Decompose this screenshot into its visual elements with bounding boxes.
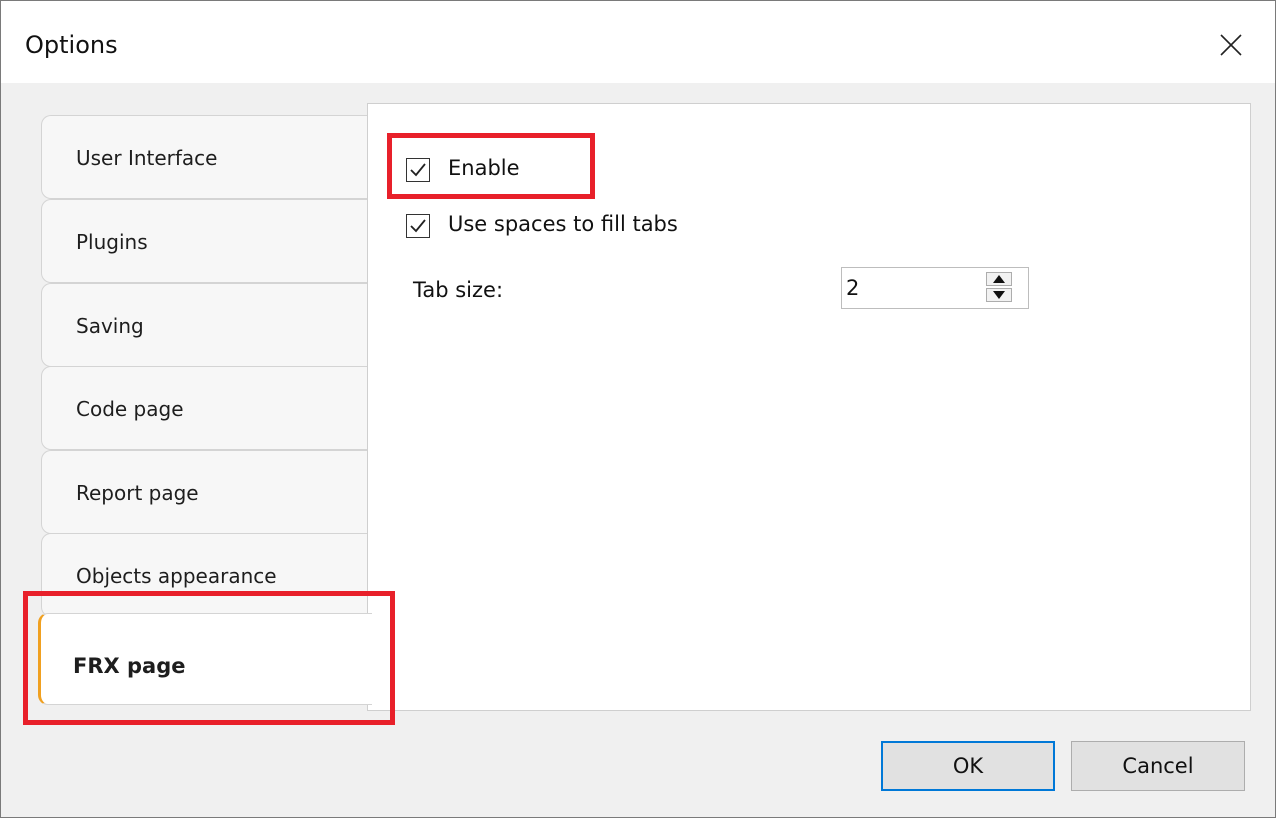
tab-report-page[interactable]: Report page xyxy=(41,450,367,534)
dialog-title: Options xyxy=(25,31,118,59)
title-bar: Options xyxy=(1,1,1275,83)
triangle-down-icon xyxy=(993,291,1005,299)
tab-frx-page[interactable]: FRX page xyxy=(38,613,372,705)
cancel-button[interactable]: Cancel xyxy=(1071,741,1245,791)
tab-saving[interactable]: Saving xyxy=(41,283,367,367)
tab-user-interface[interactable]: User Interface xyxy=(41,115,367,199)
tab-code-page[interactable]: Code page xyxy=(41,366,367,450)
tab-size-spinner[interactable] xyxy=(841,267,1029,309)
tab-label: Report page xyxy=(76,481,199,505)
tab-label: Code page xyxy=(76,397,184,421)
use-spaces-checkbox[interactable] xyxy=(406,214,430,238)
tab-label: User Interface xyxy=(76,146,218,170)
enable-checkbox[interactable] xyxy=(406,158,430,182)
tab-size-label: Tab size: xyxy=(413,278,504,302)
tab-label: Saving xyxy=(76,314,144,338)
tab-objects-appearance[interactable]: Objects appearance xyxy=(41,533,367,617)
enable-label: Enable xyxy=(448,156,520,180)
tab-label: Objects appearance xyxy=(76,564,277,588)
frx-page-panel: Enable Use spaces to fill tabs Tab size: xyxy=(367,103,1251,711)
triangle-up-icon xyxy=(993,275,1005,283)
spin-down-button[interactable] xyxy=(986,288,1012,302)
use-spaces-label: Use spaces to fill tabs xyxy=(448,212,678,236)
close-icon xyxy=(1220,34,1242,56)
tab-label: Plugins xyxy=(76,230,148,254)
options-dialog: Options User Interface Plugins Saving Co… xyxy=(0,0,1276,818)
tab-size-input[interactable] xyxy=(846,274,976,302)
tab-plugins[interactable]: Plugins xyxy=(41,199,367,283)
close-button[interactable] xyxy=(1209,23,1253,67)
checkmark-icon xyxy=(410,219,426,233)
spin-up-button[interactable] xyxy=(986,272,1012,286)
options-tab-list: User Interface Plugins Saving Code page … xyxy=(38,115,372,707)
checkmark-icon xyxy=(410,163,426,177)
ok-button[interactable]: OK xyxy=(881,741,1055,791)
tab-label: FRX page xyxy=(73,654,186,678)
